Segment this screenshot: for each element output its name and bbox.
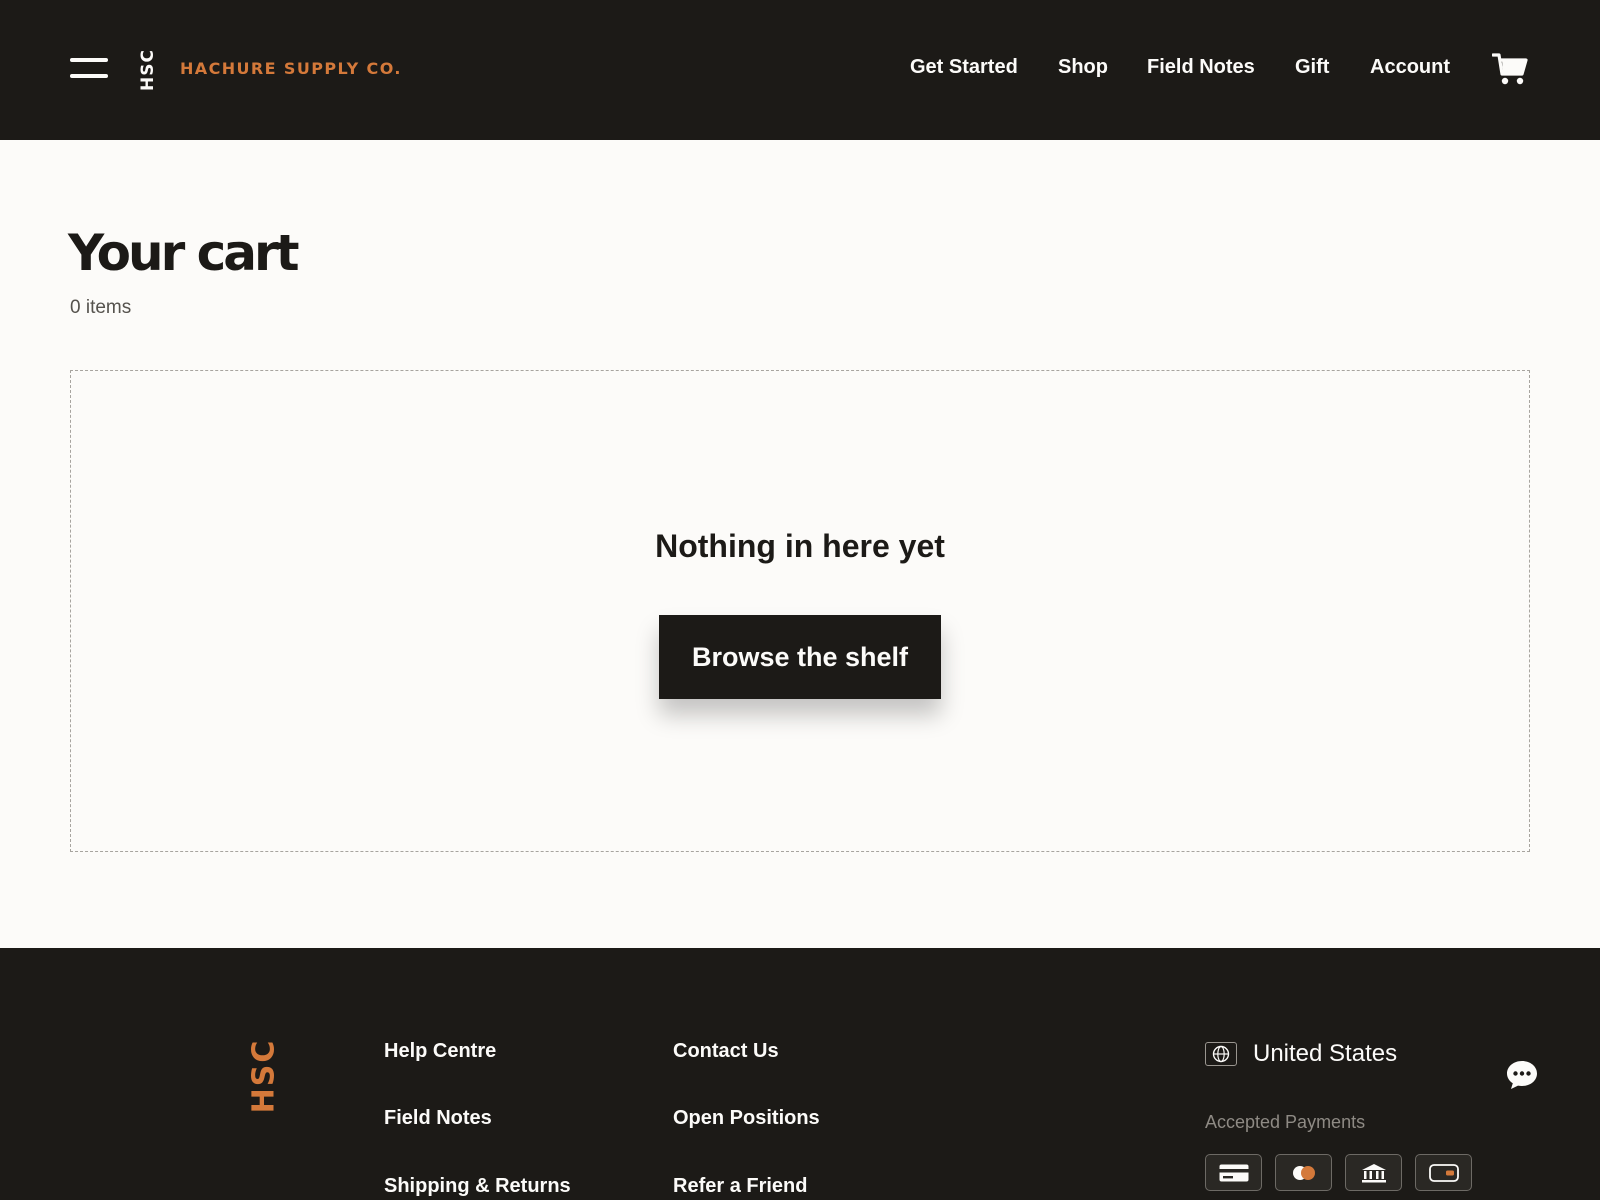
brand-name[interactable]: HACHURE SUPPLY CO.	[180, 59, 402, 78]
nav-shop[interactable]: Shop	[1058, 56, 1108, 79]
footer-logo-mark[interactable]: HSC	[247, 1039, 282, 1114]
shopping-cart-icon[interactable]	[1491, 52, 1528, 86]
footer-link-shipping-returns[interactable]: Shipping & Returns	[384, 1175, 571, 1198]
nav-account[interactable]: Account	[1370, 56, 1450, 79]
footer-link-help-centre[interactable]: Help Centre	[384, 1040, 496, 1063]
hamburger-menu-icon[interactable]	[70, 56, 108, 82]
region-selector[interactable]: United States	[1205, 1040, 1397, 1068]
nav-get-started[interactable]: Get Started	[910, 56, 1018, 79]
page-title: Your cart	[68, 224, 300, 282]
globe-icon	[1205, 1042, 1237, 1066]
bank-icon	[1345, 1154, 1402, 1191]
accepted-payments-label: Accepted Payments	[1205, 1112, 1366, 1132]
credit-card-icon	[1205, 1154, 1262, 1191]
footer-link-field-notes[interactable]: Field Notes	[384, 1107, 492, 1130]
footer-link-contact-us[interactable]: Contact Us	[673, 1040, 779, 1063]
chat-bubble-icon[interactable]	[1505, 1058, 1539, 1092]
nav-gift[interactable]: Gift	[1295, 56, 1329, 79]
logo-mark[interactable]: HSC	[138, 49, 158, 91]
nav-field-notes[interactable]: Field Notes	[1147, 56, 1255, 79]
wallet-icon	[1415, 1154, 1472, 1191]
browse-shelf-button[interactable]: Browse the shelf	[659, 615, 941, 699]
empty-cart-panel	[70, 370, 1530, 852]
footer-link-refer-a-friend[interactable]: Refer a Friend	[673, 1175, 807, 1198]
region-label: United States	[1253, 1040, 1398, 1067]
mastercard-icon	[1275, 1154, 1332, 1191]
cart-item-count: 0 items	[70, 297, 132, 318]
empty-cart-heading: Nothing in here yet	[655, 528, 945, 564]
footer-link-open-positions[interactable]: Open Positions	[673, 1107, 820, 1130]
site-header: HSC HACHURE SUPPLY CO. Get Started Shop …	[0, 0, 1600, 140]
